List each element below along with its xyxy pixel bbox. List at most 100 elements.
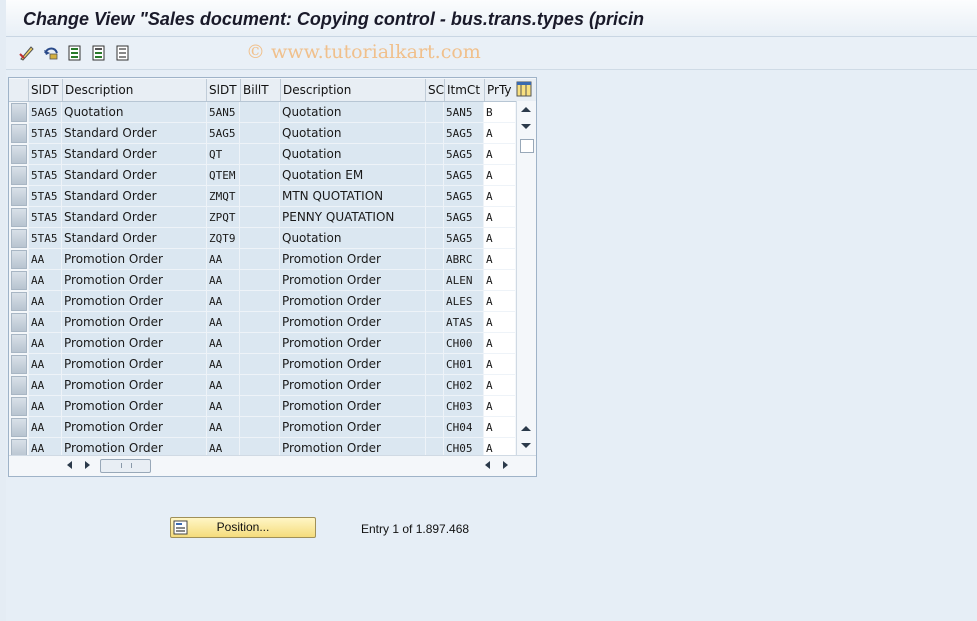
table-cell	[239, 102, 279, 123]
table-row[interactable]: AA Promotion Order AA Promotion Order ABRC A	[9, 249, 536, 270]
table-cell[interactable]: A	[483, 396, 515, 417]
table-row[interactable]: AA Promotion Order AA Promotion Order CH01 A	[9, 354, 536, 375]
row-selector[interactable]	[11, 397, 27, 416]
table-cell: AA	[28, 270, 61, 291]
scroll-left-end-icon[interactable]	[485, 461, 490, 469]
position-button[interactable]: Position...	[170, 517, 316, 538]
table-cell[interactable]: B	[483, 102, 515, 123]
table-row[interactable]: AA Promotion Order AA Promotion Order ALES A	[9, 291, 536, 312]
table-cell	[425, 417, 443, 438]
table-row[interactable]: AA Promotion Order AA Promotion Order CH03 A	[9, 396, 536, 417]
table-row[interactable]: 5TA5 Standard Order ZPQT PENNY QUATATION 5AG…	[9, 207, 536, 228]
table-settings-icon[interactable]	[516, 81, 532, 97]
table-cell: Promotion Order	[279, 249, 425, 270]
table-cell[interactable]: A	[483, 417, 515, 438]
table-cell[interactable]: A	[483, 354, 515, 375]
table-cell[interactable]: A	[483, 186, 515, 207]
table-cell	[425, 396, 443, 417]
column-header[interactable]: SC	[425, 79, 444, 101]
grip-icon	[121, 463, 132, 468]
row-selector[interactable]	[11, 103, 27, 122]
table-cell[interactable]: A	[483, 333, 515, 354]
select-all-rows-header[interactable]	[9, 79, 27, 101]
table-cell: AA	[206, 333, 239, 354]
table-cell[interactable]: A	[483, 291, 515, 312]
column-header[interactable]: SlDT	[206, 79, 240, 101]
table-row[interactable]: AA Promotion Order AA Promotion Order CH04 A	[9, 417, 536, 438]
row-selector[interactable]	[11, 313, 27, 332]
table-cell[interactable]: A	[483, 228, 515, 249]
row-selector[interactable]	[11, 334, 27, 353]
table-cell: ZMQT	[206, 186, 239, 207]
column-header[interactable]: Description	[280, 79, 425, 101]
table-row[interactable]: 5TA5 Standard Order QT Quotation 5AG5 A	[9, 144, 536, 165]
column-header[interactable]: PrTy	[484, 79, 516, 101]
table-row[interactable]: AA Promotion Order AA Promotion Order CH02 A	[9, 375, 536, 396]
row-selector[interactable]	[11, 187, 27, 206]
table-cell: ALEN	[443, 270, 483, 291]
table-cell[interactable]: A	[483, 270, 515, 291]
table-cell	[425, 249, 443, 270]
scroll-up-icon[interactable]	[521, 107, 531, 112]
table-cell[interactable]: A	[483, 144, 515, 165]
select-all-icon[interactable]	[66, 44, 84, 62]
table-cell[interactable]: A	[483, 375, 515, 396]
scroll-right-end-icon[interactable]	[503, 461, 508, 469]
table-row[interactable]: AA Promotion Order AA Promotion Order CH00 A	[9, 333, 536, 354]
column-header[interactable]: Description	[62, 79, 207, 101]
table-cell	[239, 312, 279, 333]
table-row[interactable]: 5TA5 Standard Order ZMQT MTN QUOTATION 5AG5 A	[9, 186, 536, 207]
row-selector[interactable]	[11, 124, 27, 143]
scroll-right-icon[interactable]	[85, 461, 90, 469]
table-cell: 5AN5	[443, 102, 483, 123]
deselect-all-icon[interactable]	[114, 44, 132, 62]
table-row[interactable]: AA Promotion Order AA Promotion Order ALEN A	[9, 270, 536, 291]
row-selector[interactable]	[11, 292, 27, 311]
row-selector[interactable]	[11, 145, 27, 164]
column-header[interactable]: ItmCt	[444, 79, 484, 101]
table-row[interactable]: 5AG5 Quotation 5AN5 Quotation 5AN5 B	[9, 102, 536, 123]
table-cell[interactable]: A	[483, 249, 515, 270]
row-selector[interactable]	[11, 166, 27, 185]
row-selector[interactable]	[11, 229, 27, 248]
table-cell: MTN QUOTATION	[279, 186, 425, 207]
page-title: Change View "Sales document: Copying con…	[23, 9, 644, 29]
select-block-icon[interactable]	[90, 44, 108, 62]
scroll-down-icon[interactable]	[521, 124, 531, 129]
table-cell[interactable]: A	[483, 123, 515, 144]
table-cell: Standard Order	[61, 165, 206, 186]
table-cell: Promotion Order	[279, 270, 425, 291]
table-cell: ATAS	[443, 312, 483, 333]
scroll-left-icon[interactable]	[67, 461, 72, 469]
horizontal-scrollbar[interactable]	[9, 455, 536, 476]
row-selector[interactable]	[11, 418, 27, 437]
row-selector[interactable]	[11, 250, 27, 269]
table-row[interactable]: 5TA5 Standard Order QTEM Quotation EM 5AG5 A	[9, 165, 536, 186]
table-cell: Standard Order	[61, 123, 206, 144]
table-cell[interactable]: A	[483, 165, 515, 186]
scroll-page-down-icon[interactable]	[521, 443, 531, 448]
table-cell: QT	[206, 144, 239, 165]
column-header[interactable]: BillT	[240, 79, 279, 101]
scroll-page-up-icon[interactable]	[521, 426, 531, 431]
position-icon	[173, 520, 188, 535]
horizontal-scroll-thumb[interactable]	[100, 459, 151, 473]
scroll-thumb[interactable]	[520, 139, 534, 153]
table-cell[interactable]: A	[483, 312, 515, 333]
row-selector[interactable]	[11, 376, 27, 395]
table-cell[interactable]: A	[483, 207, 515, 228]
table-cell: Standard Order	[61, 207, 206, 228]
row-selector[interactable]	[11, 208, 27, 227]
row-selector[interactable]	[11, 271, 27, 290]
table-cell: Promotion Order	[279, 417, 425, 438]
table-cell: Promotion Order	[279, 396, 425, 417]
edit-icon[interactable]	[18, 44, 36, 62]
table-cell: ABRC	[443, 249, 483, 270]
table-row[interactable]: 5TA5 Standard Order ZQT9 Quotation 5AG5 A	[9, 228, 536, 249]
row-selector[interactable]	[11, 355, 27, 374]
table-row[interactable]: AA Promotion Order AA Promotion Order ATAS A	[9, 312, 536, 333]
undo-icon[interactable]	[42, 44, 60, 62]
column-header[interactable]: SlDT	[28, 79, 62, 101]
table-row[interactable]: 5TA5 Standard Order 5AG5 Quotation 5AG5 A	[9, 123, 536, 144]
vertical-scrollbar[interactable]	[516, 101, 536, 455]
